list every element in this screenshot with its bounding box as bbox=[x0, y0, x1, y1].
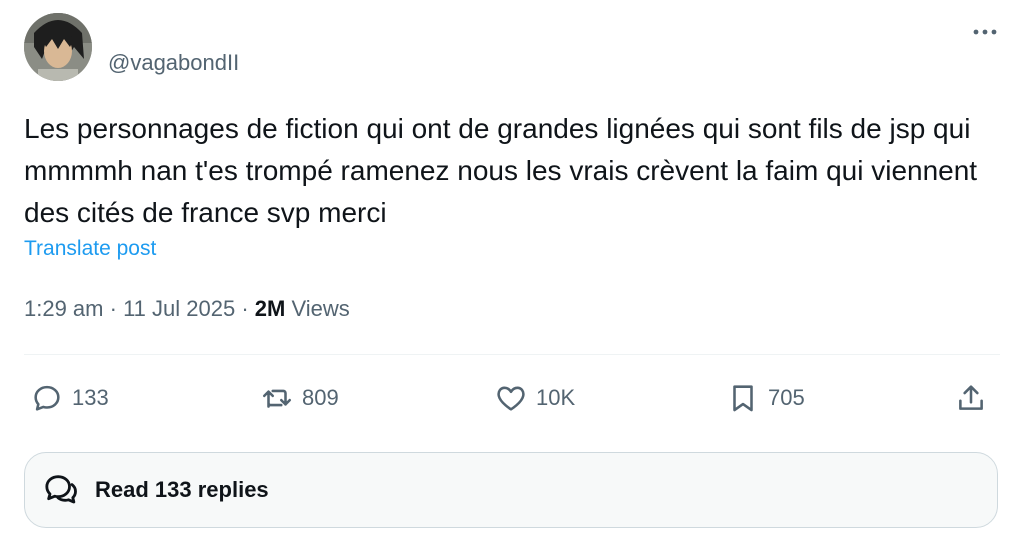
share-button[interactable] bbox=[954, 378, 996, 418]
read-replies-button[interactable]: Read 133 replies bbox=[24, 452, 998, 528]
like-icon bbox=[497, 386, 525, 411]
more-icon[interactable] bbox=[968, 20, 1002, 44]
bookmark-icon bbox=[733, 385, 753, 412]
translate-post-link[interactable]: Translate post bbox=[24, 236, 156, 262]
views-label: Views bbox=[291, 296, 350, 321]
like-count: 10K bbox=[536, 385, 576, 410]
views-count: 2M bbox=[254, 296, 286, 321]
replies-bubble-icon bbox=[45, 475, 77, 504]
bookmark-button[interactable]: 705 bbox=[726, 378, 805, 418]
repost-icon bbox=[262, 389, 292, 408]
bookmark-count: 705 bbox=[768, 385, 805, 410]
post-meta: 1:29 am · 11 Jul 2025 · 2M Views bbox=[24, 294, 350, 324]
reply-icon bbox=[34, 385, 60, 411]
meta-separator: · bbox=[109, 296, 117, 321]
repost-button[interactable]: 809 bbox=[260, 378, 339, 418]
meta-separator: · bbox=[241, 296, 249, 321]
like-button[interactable]: 10K bbox=[494, 378, 575, 418]
post-time[interactable]: 1:29 am bbox=[24, 296, 104, 321]
post-text: Les personnages de fiction qui ont de gr… bbox=[24, 113, 978, 228]
post-date[interactable]: 11 Jul 2025 bbox=[123, 296, 235, 321]
avatar[interactable] bbox=[24, 13, 92, 81]
repost-count: 809 bbox=[302, 385, 339, 410]
share-icon bbox=[959, 385, 983, 410]
reply-count: 133 bbox=[72, 385, 109, 410]
divider bbox=[24, 354, 1000, 355]
read-replies-label: Read 133 replies bbox=[95, 477, 269, 502]
reply-button[interactable]: 133 bbox=[30, 378, 109, 418]
author-handle[interactable]: @vagabondII bbox=[108, 50, 239, 76]
